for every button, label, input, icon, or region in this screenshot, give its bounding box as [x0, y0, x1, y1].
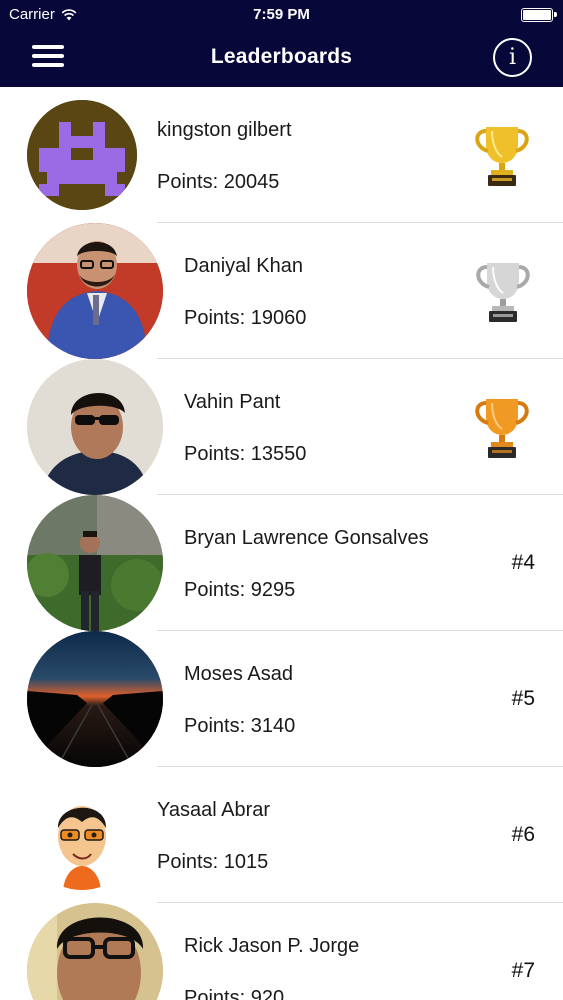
leaderboard-row[interactable]: Daniyal Khan Points: 19060: [0, 223, 563, 359]
player-points: Points: 13550: [184, 443, 307, 465]
rank-label: #7: [511, 959, 535, 982]
avatar: [27, 223, 163, 359]
info-button[interactable]: i: [493, 38, 532, 77]
player-name: Daniyal Khan: [184, 255, 303, 277]
navigation-bar: Leaderboards i: [0, 30, 563, 87]
avatar: [27, 903, 163, 1000]
player-points: Points: 20045: [157, 171, 280, 193]
battery-icon: [521, 8, 557, 22]
top-bar: Carrier 7:59 PM Leaderboards i: [0, 0, 563, 87]
leaderboard-row[interactable]: Rick Jason P. Jorge Points: 920 #7: [0, 903, 563, 1000]
rank-label: #6: [511, 823, 535, 846]
pixel-avatar-image: [27, 100, 137, 210]
leaderboard-row[interactable]: kingston gilbert Points: 20045: [0, 87, 563, 223]
bronze-trophy-icon: [475, 399, 529, 458]
player-name: kingston gilbert: [157, 119, 292, 141]
player-points: Points: 9295: [184, 579, 296, 601]
player-points: Points: 920: [184, 987, 285, 1000]
profile-photo: [27, 359, 163, 495]
page-title: Leaderboards: [210, 45, 353, 68]
player-name: Bryan Lawrence Gonsalves: [184, 527, 429, 549]
avatar: [27, 631, 163, 767]
player-name: Vahin Pant: [184, 391, 281, 413]
rank-label: #5: [511, 687, 535, 710]
profile-photo: [27, 495, 163, 631]
cartoon-avatar-image: [27, 780, 137, 890]
player-name: Moses Asad: [184, 663, 293, 685]
leaderboard-screen: Carrier 7:59 PM Leaderboards i kingston …: [0, 0, 563, 1000]
profile-photo: [27, 903, 163, 1000]
status-time: 7:59 PM: [253, 6, 310, 23]
avatar: [27, 100, 137, 210]
player-points: Points: 19060: [184, 307, 307, 329]
leaderboard-row[interactable]: Moses Asad Points: 3140 #5: [0, 631, 563, 767]
player-name: Rick Jason P. Jorge: [184, 935, 360, 957]
player-points: Points: 3140: [184, 715, 296, 737]
leaderboard-row[interactable]: Bryan Lawrence Gonsalves Points: 9295 #4: [0, 495, 563, 631]
rank-label: #4: [511, 551, 535, 574]
avatar: [27, 359, 163, 495]
silver-trophy-icon: [476, 263, 530, 322]
player-name: Yasaal Abrar: [157, 799, 271, 821]
avatar: [27, 780, 137, 890]
leaderboard-list: kingston gilbert Points: 20045 Daniyal K…: [0, 87, 563, 1000]
leaderboard-row[interactable]: Yasaal Abrar Points: 1015 #6: [0, 767, 563, 903]
avatar: [27, 495, 163, 631]
profile-photo: [27, 631, 163, 767]
status-bar: Carrier 7:59 PM: [0, 0, 563, 30]
player-points: Points: 1015: [157, 851, 269, 873]
leaderboard-row[interactable]: Vahin Pant Points: 13550: [0, 359, 563, 495]
gold-trophy-icon: [475, 127, 529, 186]
profile-photo: [27, 223, 163, 359]
